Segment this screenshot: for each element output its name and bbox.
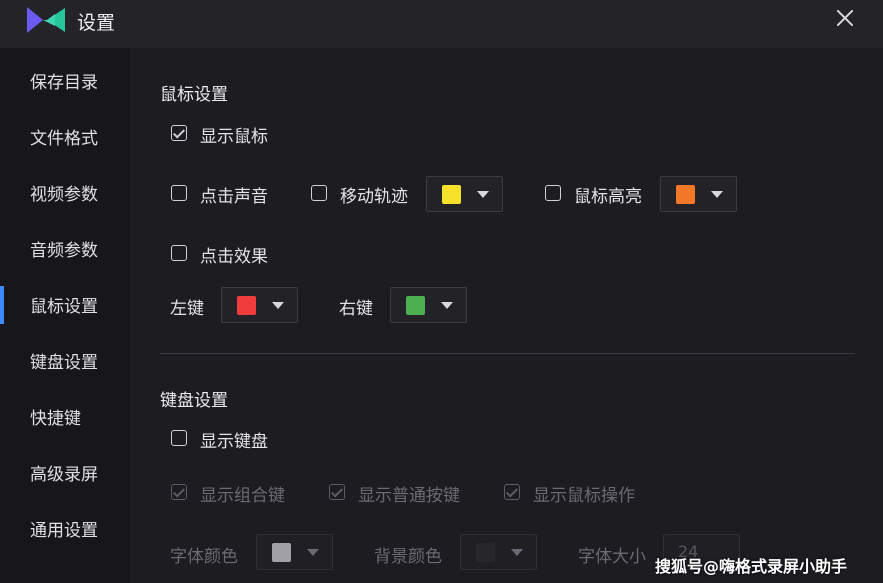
sidebar-item-label: 高级录屏 (30, 465, 98, 485)
checkbox-checked-icon (329, 484, 345, 500)
sidebar-item-audio-params[interactable]: 音频参数 (0, 216, 130, 272)
chevron-down-icon (307, 549, 319, 556)
sidebar-item-file-format[interactable]: 文件格式 (0, 104, 130, 160)
checkbox-label: 显示鼠标 (200, 127, 268, 147)
right-key-color-picker[interactable] (390, 287, 467, 323)
font-color-label: 字体颜色 (170, 547, 238, 567)
checkbox-label: 移动轨迹 (340, 187, 408, 207)
chevron-down-icon (511, 549, 523, 556)
checkbox-label: 点击效果 (200, 247, 268, 267)
checkbox-icon (171, 185, 187, 201)
checkbox-label: 鼠标高亮 (574, 187, 642, 207)
mouse-section-title: 鼠标设置 (160, 85, 228, 105)
move-trail-color-picker[interactable] (426, 176, 503, 212)
window-title: 设置 (77, 12, 116, 34)
color-swatch (476, 543, 495, 562)
sidebar-item-label: 键盘设置 (30, 353, 98, 373)
checkbox-icon (311, 185, 327, 201)
color-swatch (406, 296, 425, 315)
color-swatch (272, 543, 291, 562)
color-swatch (442, 185, 461, 204)
font-size-label: 字体大小 (578, 547, 646, 567)
highlight-color-picker[interactable] (660, 176, 737, 212)
section-divider (160, 353, 855, 354)
checkbox-checked-icon (171, 125, 187, 141)
sidebar-item-label: 文件格式 (30, 129, 98, 149)
sidebar-item-general-settings[interactable]: 通用设置 (0, 496, 130, 552)
checkbox-label: 显示键盘 (200, 432, 268, 452)
chevron-down-icon (272, 302, 284, 309)
color-swatch (676, 185, 695, 204)
sidebar-item-label: 通用设置 (30, 521, 98, 541)
sidebar-item-shortcuts[interactable]: 快捷键 (0, 384, 130, 440)
checkbox-label: 显示鼠标操作 (533, 486, 635, 506)
checkbox-icon (171, 245, 187, 261)
right-key-label: 右键 (339, 299, 373, 319)
checkbox-icon (171, 430, 187, 446)
font-color-picker[interactable] (256, 534, 333, 570)
close-icon[interactable] (832, 6, 858, 32)
bg-color-picker[interactable] (460, 534, 537, 570)
sidebar: 保存目录 文件格式 视频参数 音频参数 鼠标设置 键盘设置 快捷键 高级录屏 通… (0, 48, 130, 583)
left-key-color-picker[interactable] (221, 287, 298, 323)
checkbox-checked-icon (504, 484, 520, 500)
sidebar-item-mouse-settings[interactable]: 鼠标设置 (0, 272, 130, 328)
sidebar-item-label: 视频参数 (30, 185, 98, 205)
sidebar-item-save-directory[interactable]: 保存目录 (0, 48, 130, 104)
app-logo-icon (27, 7, 65, 33)
chevron-down-icon (711, 191, 723, 198)
left-key-label: 左键 (170, 299, 204, 319)
checkbox-label: 显示普通按键 (358, 486, 460, 506)
bg-color-label: 背景颜色 (374, 547, 442, 567)
sidebar-item-label: 音频参数 (30, 241, 98, 261)
keyboard-section-title: 键盘设置 (160, 391, 228, 411)
sidebar-item-video-params[interactable]: 视频参数 (0, 160, 130, 216)
checkbox-icon (545, 185, 561, 201)
sidebar-item-label: 保存目录 (30, 73, 98, 93)
chevron-down-icon (477, 191, 489, 198)
chevron-down-icon (441, 302, 453, 309)
checkbox-label: 显示组合键 (200, 486, 285, 506)
checkbox-checked-icon (171, 484, 187, 500)
sidebar-item-label: 快捷键 (30, 409, 81, 429)
checkbox-label: 点击声音 (200, 187, 268, 207)
sidebar-item-advanced-recording[interactable]: 高级录屏 (0, 440, 130, 496)
title-bar: 设置 (0, 0, 883, 48)
color-swatch (237, 296, 256, 315)
watermark: 搜狐号@嗨格式录屏小助手 (655, 557, 848, 576)
sidebar-item-label: 鼠标设置 (30, 297, 98, 317)
sidebar-item-keyboard-settings[interactable]: 键盘设置 (0, 328, 130, 384)
